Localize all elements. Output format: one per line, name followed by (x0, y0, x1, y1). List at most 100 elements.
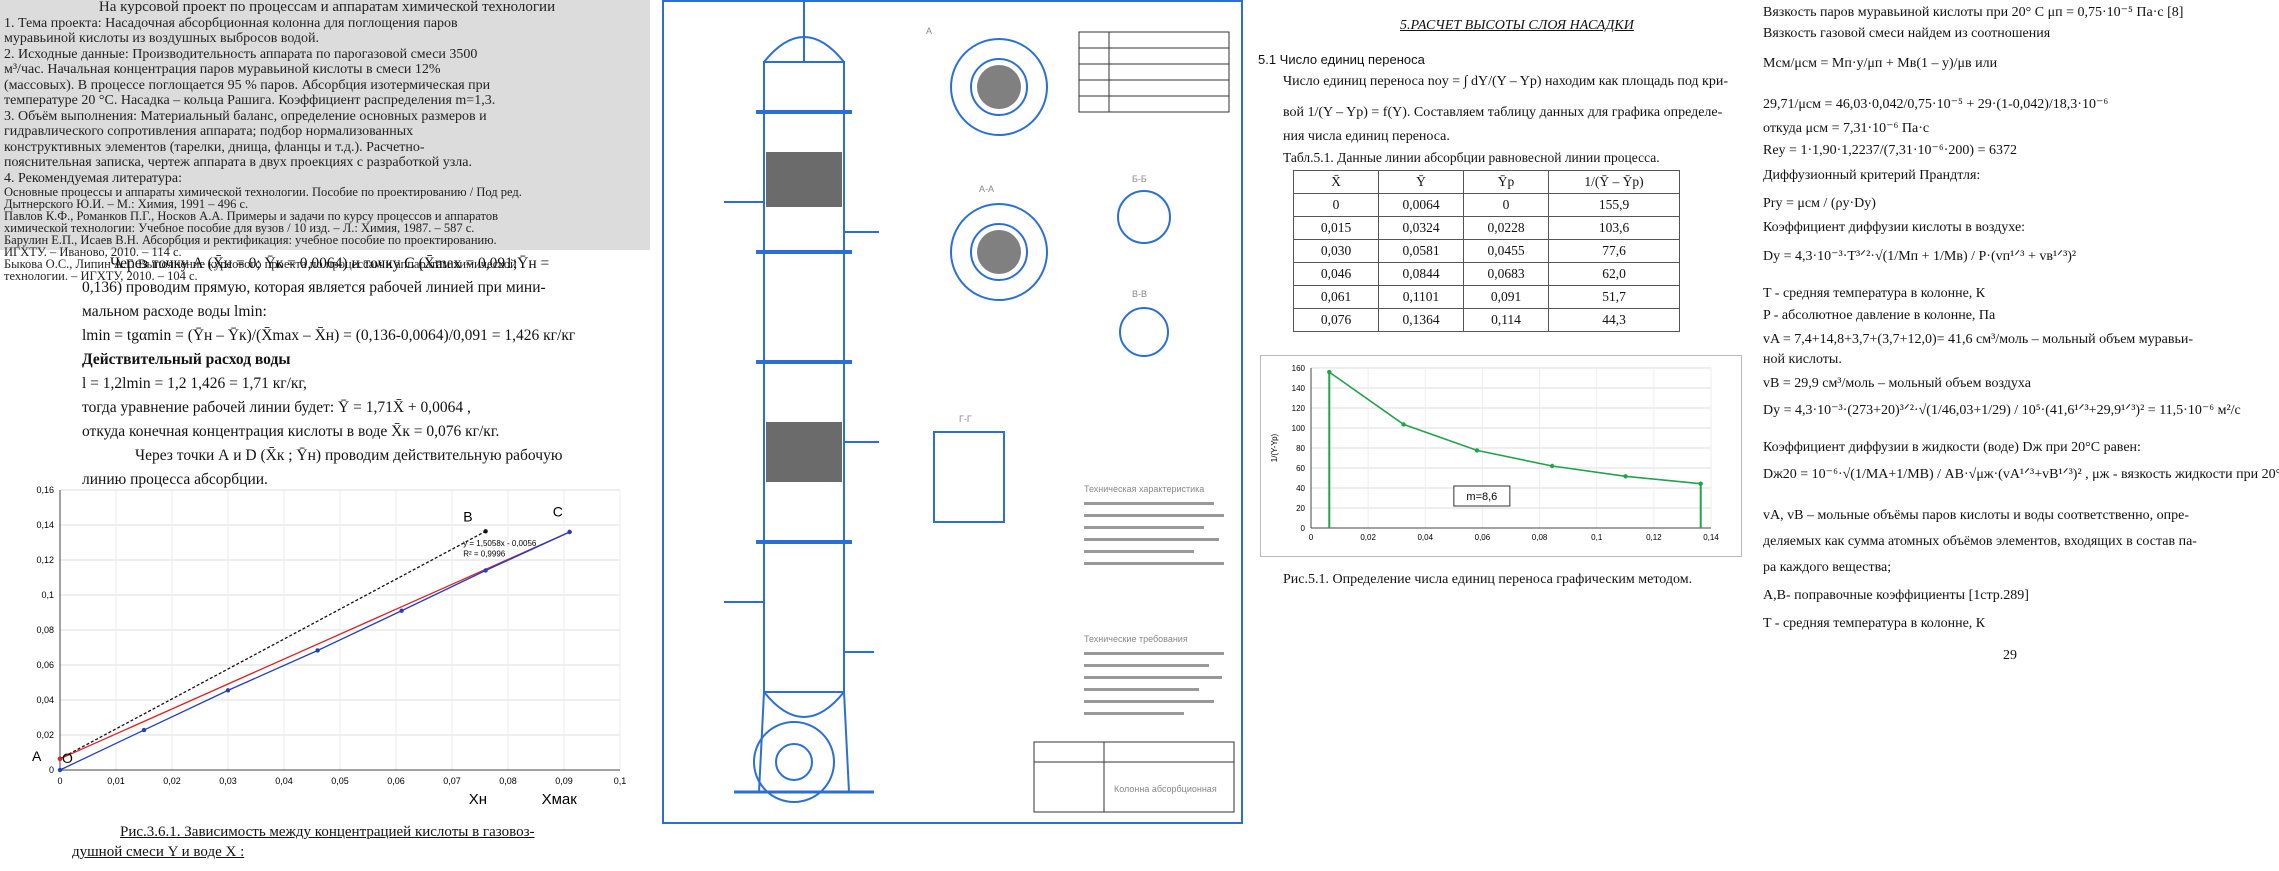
section-title: 5.РАСЧЕТ ВЫСОТЫ СЛОЯ НАСАДКИ (1400, 18, 1634, 33)
text-line: Mсм/μсм = Mп·y/μп + Mв(1 – y)/μв или (1763, 56, 1998, 71)
cell: 0,1364 (1378, 308, 1464, 332)
x-tick-label: 0,04 (275, 776, 293, 786)
x-tick-label: 0,02 (1360, 533, 1376, 542)
scan-line: 3. Объём выполнения: Материальный баланс… (4, 108, 487, 124)
y-tick-label: 80 (1296, 444, 1305, 453)
x-tick-label: 0,08 (499, 776, 517, 786)
cell: 62,0 (1548, 262, 1680, 286)
ntu-chart: 0 20 40 60 80 100 120 140 160 0 0,02 0,04 0,06 0,08 0,… (1260, 355, 1742, 557)
text-line: Dж20 = 10⁻⁶·√(1/MA+1/MB) / AB·√μж·(vA¹ᐟ³… (1763, 467, 2279, 482)
table-row: 0,076 0,1364 0,114 44,3 (1293, 308, 1680, 332)
bottom-head (763, 691, 845, 718)
x-tick-label: 0,04 (1417, 533, 1433, 542)
data-point (57, 767, 63, 773)
figure-caption-3-6-1: Рис.3.6.1. Зависимость между концентраци… (72, 822, 535, 862)
column-header: Ȳр (1463, 170, 1549, 194)
cell: 0,061 (1293, 285, 1379, 309)
text-line: A,B- поправочные коэффициенты [1стр.289] (1763, 588, 2029, 603)
data-point (483, 568, 488, 573)
section-v-v (1117, 190, 1171, 244)
label-xn: Xн (469, 791, 487, 808)
text-line: P - абсолютное давление в колонне, Па (1763, 308, 1996, 323)
title-block (1033, 741, 1235, 813)
label-b: B (463, 509, 472, 525)
cell: 0,0844 (1378, 262, 1464, 286)
cell: 51,7 (1548, 285, 1680, 309)
scan-line: 2. Исходные данные: Производительность а… (4, 46, 478, 62)
body-line: 0,136) проводим прямую, которая является… (82, 279, 546, 296)
scan-line: пояснительная записка, чертеж аппарата в… (4, 155, 472, 170)
subsection-title: 5.1 Число единиц переноса (1258, 52, 1425, 67)
data-point (399, 608, 404, 613)
cell: 0,030 (1293, 239, 1379, 263)
section-g-g (1119, 307, 1169, 357)
y-tick-label: 20 (1296, 504, 1305, 513)
cell: 0,015 (1293, 216, 1379, 240)
detail-node (933, 431, 1005, 523)
figure-caption-5-1: Рис.5.1. Определение числа единиц перено… (1283, 572, 1693, 587)
x-tick-label: 0,12 (1646, 533, 1662, 542)
text-line: деляемых как сумма атомных объёмов элеме… (1763, 534, 2197, 549)
section-label: В-В (1132, 289, 1147, 299)
body-line: lmin = tgαmin = (Ȳн – Ȳк)/(X̄max – X̄н) … (82, 327, 576, 344)
body-line: Через точку А (X̄н = 0; Ȳк = 0,0064) и т… (110, 255, 550, 272)
label-c: C (553, 503, 563, 519)
cell: 0,0581 (1378, 239, 1464, 263)
trend-equation: y = 1,5058x - 0,0056 (463, 539, 537, 548)
title-block-text: Колонна абсорбционная (1114, 784, 1217, 794)
x-tick-label: 0,1 (1591, 533, 1603, 542)
column-header: 1/(Ȳ – Ȳр) (1548, 170, 1680, 194)
trend-r2: R² = 0,9996 (463, 550, 506, 559)
scan-title: На курсовой проект по процессам и аппара… (98, 0, 556, 15)
scan-lines: 1. Тема проекта: Насадочная абсорбционна… (0, 16, 650, 283)
y-tick-label: 0,12 (36, 555, 54, 565)
text-line: Диффузионный критерий Прандтля: (1763, 168, 1981, 183)
body-line: Действительный расход воды (82, 351, 291, 368)
x-tick-label: 0,09 (555, 776, 573, 786)
cell: 155,9 (1548, 193, 1680, 217)
text-line: vA, vB – мольные объёмы паров кислоты и … (1763, 508, 2189, 523)
scan-line: 1. Тема проекта: Насадочная абсорбционна… (4, 15, 458, 31)
x-tick-label: 0 (1309, 533, 1314, 542)
body-line: l = 1,2lmin = 1,2 1,426 = 1,71 кг/кг, (82, 375, 307, 392)
cell: 0 (1463, 193, 1549, 217)
cell: 0,1101 (1378, 285, 1464, 309)
x-tick-label: 0,07 (443, 776, 461, 786)
x-tick-label: 0,06 (387, 776, 405, 786)
data-table-5-1: X̄ Ȳ Ȳр 1/(Ȳ – Ȳр) 0 0,0064 0 155,9 0,015 0,… (1293, 170, 1680, 332)
y-axis-label: 1/(Y-Yp) (1270, 433, 1279, 462)
column-drawing-sheet: Техническая характеристика Технические т… (662, 0, 1243, 824)
x-tick-label: 0,01 (107, 776, 125, 786)
cell: 0,091 (1463, 285, 1549, 309)
y-tick-label: 0 (49, 765, 54, 775)
scan-line: конструктивных элементов (тарелки, днища… (4, 139, 425, 155)
x-tick-label: 0,14 (1703, 533, 1719, 542)
text-line: ной кислоты. (1763, 352, 1842, 367)
page-number: 29 (2003, 648, 2017, 663)
y-tick-label: 0 (1301, 524, 1306, 533)
scan-line: муравьиной кислоты из воздушных выбросов… (4, 31, 320, 46)
cell: 77,6 (1548, 239, 1680, 263)
bottom-view (753, 721, 835, 803)
data-point (483, 529, 488, 534)
section-label: А-А (979, 184, 994, 194)
y-tick-label: 0,14 (36, 520, 54, 530)
table-row: 0,061 0,1101 0,091 51,7 (1293, 285, 1680, 309)
y-tick-label: 160 (1292, 364, 1306, 373)
text-line: Dу = 4,3·10⁻³·(273+20)³ᐟ²·√(1/46,03+1/29… (1763, 403, 2241, 418)
para-line: Число единиц переноса noy = ∫ dY/(Y – Yр… (1283, 74, 1729, 89)
text-line: Dу = 4,3·10⁻³·T³ᐟ²·√(1/Mп + 1/Mв) / P·(v… (1763, 249, 2077, 264)
scan-line: гидравлического сопротивления аппарата; … (4, 124, 414, 139)
section-label: Г-Г (959, 414, 972, 424)
cell: 0,046 (1293, 262, 1379, 286)
assignment-scan: На курсовой проект по процессам и аппара… (0, 0, 650, 282)
text-line: Коэффициент диффузии в жидкости (воде) D… (1763, 440, 2141, 455)
column-header: Ȳ (1378, 170, 1464, 194)
spec-text-lines (1084, 502, 1224, 715)
label-xmax: Xмак (542, 791, 578, 808)
page-1-scan: На курсовой проект по процессам и аппара… (0, 0, 650, 871)
data-point (141, 727, 147, 733)
cell: 0,0455 (1463, 239, 1549, 263)
text-line: T - средняя температура в колонне, К (1763, 286, 1986, 301)
x-tick-label: 0,02 (163, 776, 181, 786)
